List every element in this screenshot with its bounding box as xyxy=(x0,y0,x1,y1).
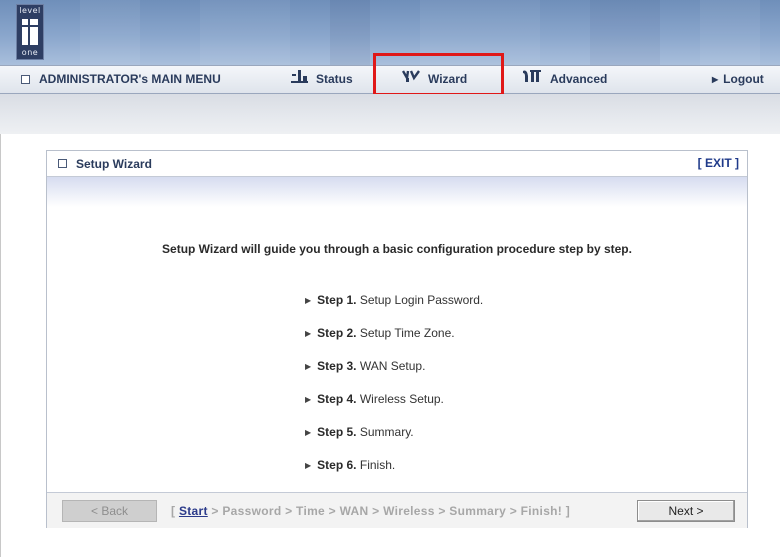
wizard-intro-text: Setup Wizard will guide you through a ba… xyxy=(162,242,632,256)
step-number: Step 2. xyxy=(317,326,357,340)
breadcrumb-remaining: > Password > Time > WAN > Wireless > Sum… xyxy=(211,504,571,518)
logo-text-top: level xyxy=(19,6,41,15)
arrow-right-icon: ▶ xyxy=(712,75,719,84)
arrow-right-icon: ▶ xyxy=(305,395,312,404)
step-text: Summary. xyxy=(359,425,414,439)
panel-title: Setup Wizard xyxy=(76,156,152,171)
breadcrumb-open: [ xyxy=(171,504,176,518)
step-list: ▶ Step 1. Setup Login Password. ▶ Step 2. … xyxy=(305,288,483,486)
exit-link[interactable]: [ EXIT ] xyxy=(698,156,739,170)
arrow-right-icon: ▶ xyxy=(305,296,312,305)
step-item: ▶ Step 6. Finish. xyxy=(305,453,483,486)
arrow-right-icon: ▶ xyxy=(305,428,312,437)
step-item: ▶ Step 2. Setup Time Zone. xyxy=(305,321,483,354)
step-number: Step 1. xyxy=(317,293,357,307)
main-menu-label: ADMINISTRATOR's MAIN MENU xyxy=(21,66,221,93)
step-text: Setup Login Password. xyxy=(359,293,484,307)
arrow-right-icon: ▶ xyxy=(305,461,312,470)
breadcrumb-current-start[interactable]: Start xyxy=(179,504,208,518)
sub-toolbar xyxy=(0,94,780,134)
menu-box-icon xyxy=(21,75,30,84)
step-number: Step 6. xyxy=(317,458,357,472)
panel-box-icon xyxy=(58,159,67,168)
step-item: ▶ Step 4. Wireless Setup. xyxy=(305,387,483,420)
wizard-footer: < Back [ Start > Password > Time > WAN >… xyxy=(47,492,747,528)
main-menu-text: ADMINISTRATOR's MAIN MENU xyxy=(39,72,221,86)
menu-status[interactable]: Status xyxy=(291,66,353,93)
step-text: Finish. xyxy=(359,458,396,472)
menu-status-label: Status xyxy=(316,72,353,86)
logo-text-bottom: one xyxy=(21,48,39,57)
wizard-highlight-box xyxy=(373,53,504,96)
step-item: ▶ Step 5. Summary. xyxy=(305,420,483,453)
step-number: Step 5. xyxy=(317,425,357,439)
step-text: Wireless Setup. xyxy=(359,392,444,406)
arrow-right-icon: ▶ xyxy=(305,362,312,371)
step-item: ▶ Step 3. WAN Setup. xyxy=(305,354,483,387)
panel-gradient-band xyxy=(47,177,747,207)
menu-logout[interactable]: ▶ Logout xyxy=(712,66,764,93)
menu-logout-label: Logout xyxy=(723,72,764,86)
levelone-logo[interactable]: level one xyxy=(16,4,44,60)
menu-advanced[interactable]: Advanced xyxy=(522,66,607,93)
step-text: Setup Time Zone. xyxy=(359,326,455,340)
panel-header: Setup Wizard [ EXIT ] xyxy=(47,151,747,177)
status-icon xyxy=(291,66,308,93)
step-number: Step 3. xyxy=(317,359,357,373)
step-number: Step 4. xyxy=(317,392,357,406)
next-button[interactable]: Next > xyxy=(637,500,735,522)
step-item: ▶ Step 1. Setup Login Password. xyxy=(305,288,483,321)
wizard-breadcrumb: [ Start > Password > Time > WAN > Wirele… xyxy=(171,500,570,522)
arrow-right-icon: ▶ xyxy=(305,329,312,338)
back-button[interactable]: < Back xyxy=(62,500,157,522)
menu-advanced-label: Advanced xyxy=(550,72,608,86)
setup-wizard-panel: Setup Wizard [ EXIT ] Setup Wizard will … xyxy=(46,150,748,528)
step-text: WAN Setup. xyxy=(359,359,426,373)
advanced-icon xyxy=(522,66,542,93)
